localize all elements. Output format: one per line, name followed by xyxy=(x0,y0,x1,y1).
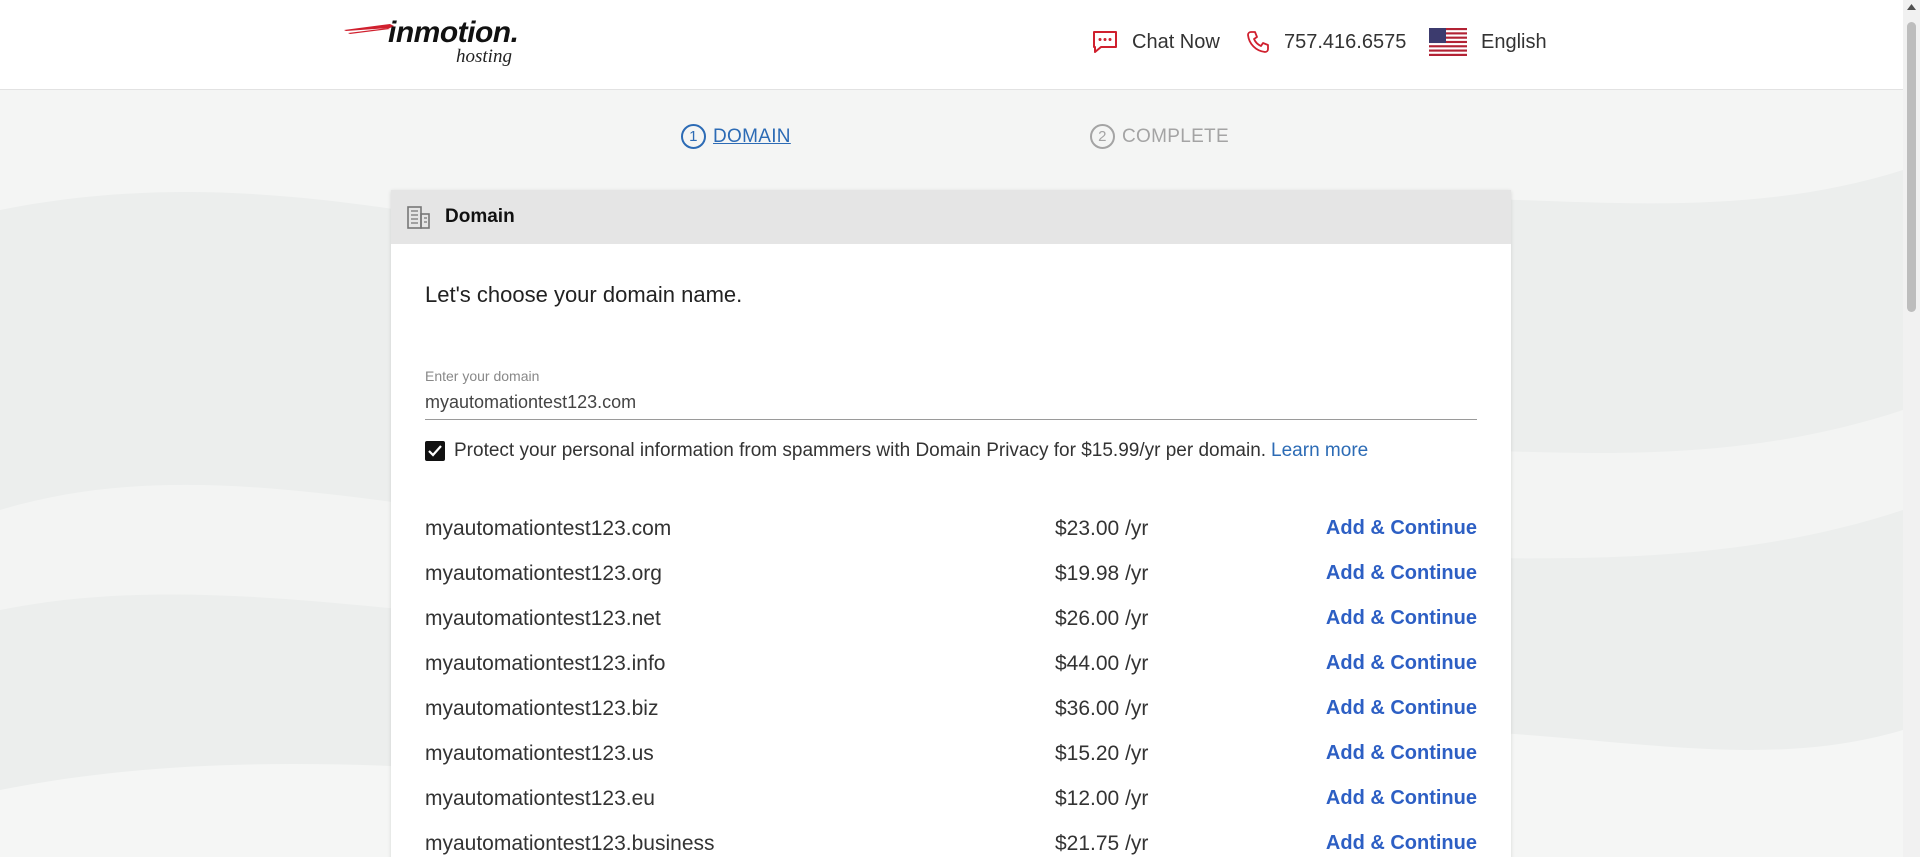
step-number: 2 xyxy=(1090,124,1115,149)
add-continue-button[interactable]: Add & Continue xyxy=(1326,832,1477,855)
domain-price: $15.20 /yr xyxy=(1055,741,1149,765)
chat-bubble-icon xyxy=(1093,31,1117,53)
chat-now-link[interactable]: Chat Now xyxy=(1092,28,1220,56)
add-continue-button[interactable]: Add & Continue xyxy=(1326,562,1477,585)
us-flag-icon xyxy=(1429,28,1467,56)
add-continue-button[interactable]: Add & Continue xyxy=(1326,652,1477,675)
domain-input-label: Enter your domain xyxy=(425,368,540,384)
site-header: inmotion. hosting Chat Now 757.416.6575 xyxy=(0,0,1903,90)
domain-result-row: myautomationtest123.info $44.00 /yr Add … xyxy=(425,641,1477,686)
add-continue-button[interactable]: Add & Continue xyxy=(1326,742,1477,765)
domain-result-row: myautomationtest123.com $23.00 /yr Add &… xyxy=(425,506,1477,551)
add-continue-button[interactable]: Add & Continue xyxy=(1326,517,1477,540)
card-header: Domain xyxy=(391,190,1511,244)
domain-name: myautomationtest123.eu xyxy=(425,786,655,810)
step-complete: 2 COMPLETE xyxy=(1090,124,1229,149)
language-label: English xyxy=(1481,31,1547,53)
domain-result-row: myautomationtest123.org $19.98 /yr Add &… xyxy=(425,551,1477,596)
domain-price: $44.00 /yr xyxy=(1055,651,1149,675)
phone-number: 757.416.6575 xyxy=(1284,31,1407,53)
scrollbar-thumb[interactable] xyxy=(1907,22,1916,312)
scroll-up-arrow-icon[interactable] xyxy=(1907,4,1916,10)
domain-name: myautomationtest123.com xyxy=(425,516,672,540)
domain-price: $36.00 /yr xyxy=(1055,696,1149,720)
phone-icon xyxy=(1247,31,1269,53)
add-continue-button[interactable]: Add & Continue xyxy=(1326,697,1477,720)
domain-price: $26.00 /yr xyxy=(1055,606,1149,630)
logo-swoosh-icon xyxy=(344,24,394,34)
domain-result-row: myautomationtest123.us $15.20 /yr Add & … xyxy=(425,731,1477,776)
step-label: DOMAIN xyxy=(713,125,791,147)
learn-more-link[interactable]: Learn more xyxy=(1271,440,1368,462)
checkmark-icon xyxy=(428,445,442,457)
checkout-steps: 1 DOMAIN 2 COMPLETE xyxy=(0,124,1903,154)
domain-price: $19.98 /yr xyxy=(1055,561,1149,585)
logo-brand-text: inmotion. xyxy=(388,16,519,49)
domain-result-row: myautomationtest123.business $21.75 /yr … xyxy=(425,821,1477,857)
phone-link[interactable]: 757.416.6575 xyxy=(1246,28,1406,56)
page-scrollbar[interactable] xyxy=(1903,0,1920,857)
domain-name: myautomationtest123.net xyxy=(425,606,661,630)
domain-name: myautomationtest123.org xyxy=(425,561,662,585)
domain-name: myautomationtest123.info xyxy=(425,651,666,675)
domain-name: myautomationtest123.us xyxy=(425,741,654,765)
domain-price: $23.00 /yr xyxy=(1055,516,1149,540)
domain-privacy-text: Protect your personal information from s… xyxy=(454,440,1267,461)
logo-sub-text: hosting xyxy=(456,46,512,67)
language-selector[interactable]: English xyxy=(1429,28,1547,56)
step-number: 1 xyxy=(681,124,706,149)
domain-input[interactable] xyxy=(425,386,1477,420)
domain-price: $12.00 /yr xyxy=(1055,786,1149,810)
step-domain[interactable]: 1 DOMAIN xyxy=(681,124,791,149)
domain-result-row: myautomationtest123.net $26.00 /yr Add &… xyxy=(425,596,1477,641)
domain-result-row: myautomationtest123.biz $36.00 /yr Add &… xyxy=(425,686,1477,731)
domain-result-row: myautomationtest123.eu $12.00 /yr Add & … xyxy=(425,776,1477,821)
inmotion-hosting-logo[interactable]: inmotion. hosting xyxy=(344,16,534,72)
add-continue-button[interactable]: Add & Continue xyxy=(1326,607,1477,630)
domain-name: myautomationtest123.business xyxy=(425,831,715,855)
building-icon xyxy=(407,206,430,229)
domain-results-list: myautomationtest123.com $23.00 /yr Add &… xyxy=(425,506,1477,857)
domain-privacy-option: Protect your personal information from s… xyxy=(425,440,1368,462)
chat-now-label: Chat Now xyxy=(1132,31,1220,53)
step-label: COMPLETE xyxy=(1122,125,1229,147)
card-subtitle: Let's choose your domain name. xyxy=(425,282,743,307)
domain-card: Domain Let's choose your domain name. En… xyxy=(391,190,1511,857)
domain-price: $21.75 /yr xyxy=(1055,831,1149,855)
domain-name: myautomationtest123.biz xyxy=(425,696,659,720)
domain-privacy-checkbox[interactable] xyxy=(425,441,445,461)
add-continue-button[interactable]: Add & Continue xyxy=(1326,787,1477,810)
card-title: Domain xyxy=(445,206,515,227)
